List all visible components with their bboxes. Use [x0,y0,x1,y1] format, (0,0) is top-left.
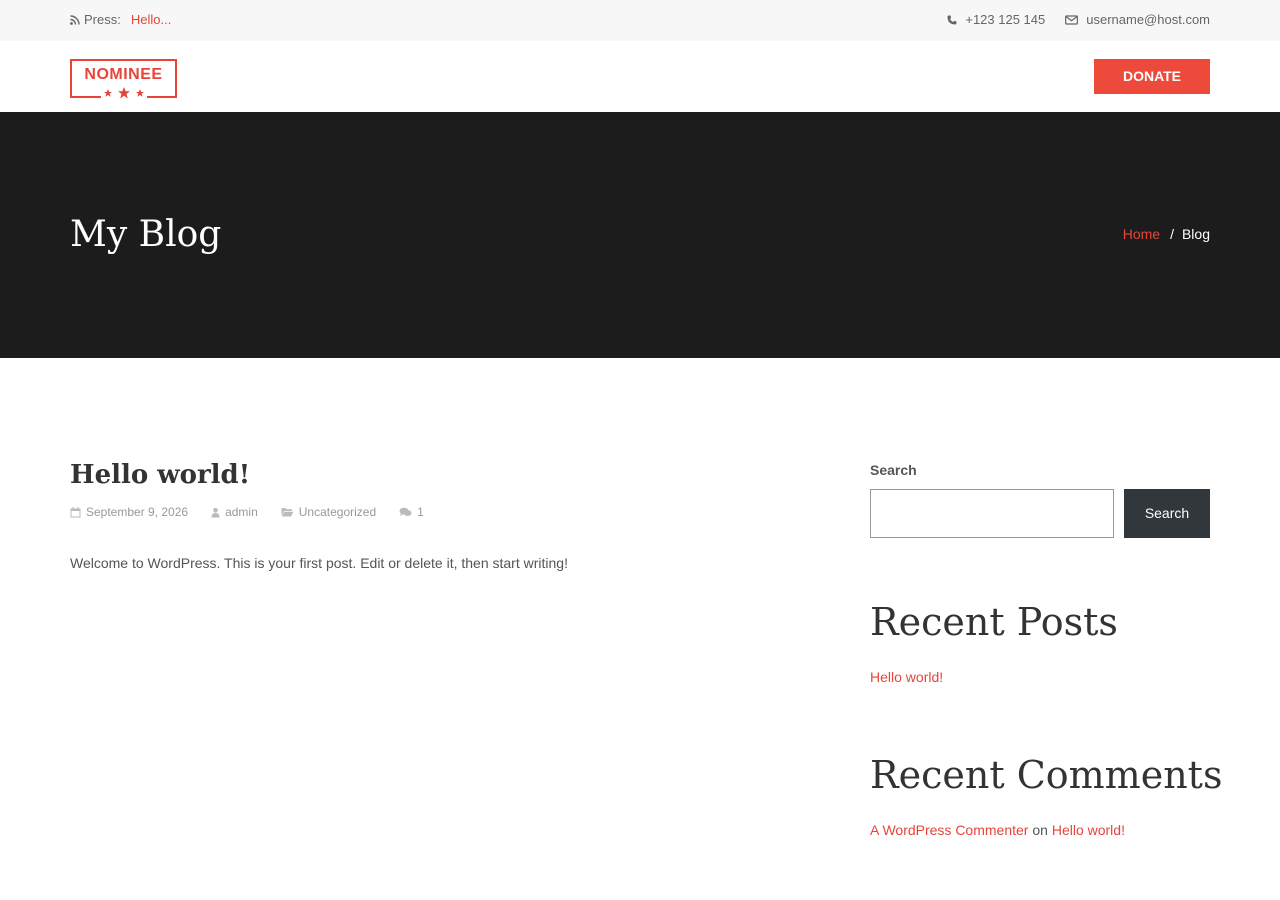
post-category: Uncategorized [281,505,376,519]
top-bar: Press: Hello... +123 125 145 username@ho… [0,0,1280,41]
post-author: admin [211,505,258,519]
press-label: Press: [84,12,121,27]
recent-post-link[interactable]: Hello world! [870,669,943,685]
post-comments-link[interactable]: 1 [417,505,424,519]
donate-button[interactable]: DONATE [1094,59,1210,94]
breadcrumb: Home / Blog [1123,226,1210,242]
site-header: NOMINEE DONATE [0,41,1280,112]
comments-icon [399,507,412,516]
post-excerpt: Welcome to WordPress. This is your first… [70,555,568,571]
phone-icon [947,15,957,24]
phone-item: +123 125 145 [947,12,1045,27]
contact-info: +123 125 145 username@host.com [947,12,1210,27]
recent-comments-title: Recent Comments [870,753,1223,797]
press-link[interactable]: Hello... [131,12,171,27]
email-address[interactable]: username@host.com [1086,12,1210,27]
calendar-icon [70,506,81,517]
recent-posts-title: Recent Posts [870,600,1118,644]
breadcrumb-home[interactable]: Home [1123,226,1160,242]
page-hero: My Blog Home / Blog [0,112,1280,358]
logo-stars-icon [101,86,147,100]
envelope-icon [1065,14,1079,25]
post-category-link[interactable]: Uncategorized [299,505,376,519]
post-date-link[interactable]: September 9, 2026 [86,505,188,519]
search-input[interactable] [870,489,1114,538]
post-author-link[interactable]: admin [225,505,258,519]
post-comments: 1 [399,505,424,519]
recent-comment-item: A WordPress Commenter on Hello world! [870,822,1125,838]
breadcrumb-separator: / [1170,226,1174,242]
logo-text: NOMINEE [84,66,163,83]
folder-icon [281,508,294,517]
comment-author-link[interactable]: A WordPress Commenter [870,822,1028,838]
rss-icon [70,14,80,25]
press-ticker: Press: Hello... [70,12,171,27]
site-logo[interactable]: NOMINEE [70,59,177,100]
post-date: September 9, 2026 [70,505,188,519]
search-label: Search [870,462,917,478]
email-item: username@host.com [1065,12,1210,27]
search-button[interactable]: Search [1124,489,1210,538]
page-title: My Blog [70,214,222,255]
comment-post-link[interactable]: Hello world! [1052,822,1125,838]
post-title[interactable]: Hello world! [70,460,250,490]
breadcrumb-current: Blog [1181,226,1210,242]
phone-number: +123 125 145 [965,12,1046,27]
post-meta: September 9, 2026 admin Uncategorized 1 [70,505,424,519]
user-icon [211,507,220,517]
comment-on-text: on [1032,822,1048,838]
